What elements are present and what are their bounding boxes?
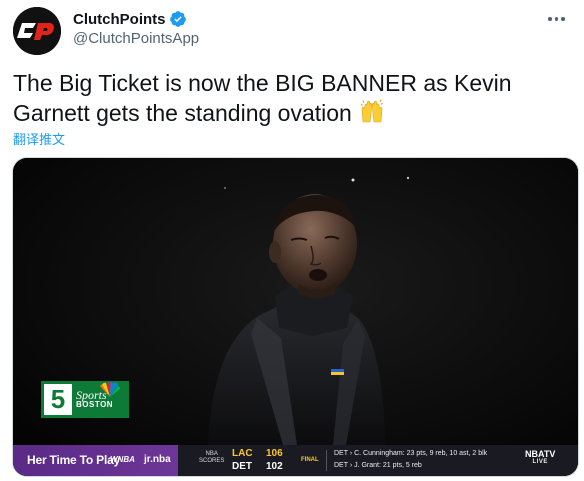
- tweet-text: The Big Ticket is now the BIG BANNER as …: [13, 68, 573, 131]
- network-live: LIVE: [532, 459, 548, 465]
- video-frame-scene: [13, 158, 578, 476]
- verified-badge-icon: [169, 11, 186, 27]
- score-away: 106: [266, 448, 283, 459]
- nba-scores-label: NBA SCORES: [199, 451, 224, 465]
- clutchpoints-logo-icon: [13, 7, 61, 55]
- team-home: DET: [232, 461, 252, 472]
- network-name: NBATV: [525, 449, 556, 459]
- scores-label-line1: NBA: [205, 451, 218, 457]
- display-name[interactable]: ClutchPoints: [73, 11, 166, 28]
- wnba-promo: Her Time To Play WNBA jr.nba: [13, 445, 178, 476]
- nbc-sports-boston-logo: 5 Sports BOSTON: [41, 381, 129, 418]
- game-status: FINAL: [301, 457, 319, 463]
- nbatv-logo: NBATV LIVE: [525, 449, 555, 465]
- scores-label-line2: SCORES: [199, 458, 225, 464]
- tweet-text-content: The Big Ticket is now the BIG BANNER as …: [13, 70, 512, 126]
- channel-number: 5: [44, 384, 72, 415]
- promo-title: Her Time To Play: [27, 453, 121, 467]
- media-video[interactable]: 5 Sports BOSTON Her Time To Play WNBA jr…: [13, 158, 578, 476]
- ticker-divider: [326, 450, 327, 471]
- tweet-card: ClutchPoints @ClutchPointsApp The Big Ti…: [0, 0, 584, 481]
- score-home: 102: [266, 461, 283, 472]
- raised-hands-icon: [360, 98, 384, 131]
- more-options-icon[interactable]: [548, 12, 570, 26]
- score-ticker: Her Time To Play WNBA jr.nba NBA SCORES …: [13, 445, 578, 476]
- team-away: LAC: [232, 448, 253, 459]
- stat-note: DET › J. Grant: 21 pts, 5 reb: [334, 462, 422, 469]
- stat-note: DET › C. Cunningham: 23 pts, 9 reb, 10 a…: [334, 450, 488, 457]
- nbc-peacock-icon: [100, 382, 121, 397]
- jrnba-logo: jr.nba: [144, 454, 171, 465]
- handle[interactable]: @ClutchPointsApp: [73, 30, 199, 47]
- avatar[interactable]: [13, 7, 61, 55]
- translate-tweet-link[interactable]: 翻译推文: [13, 129, 65, 148]
- channel-line2: BOSTON: [76, 399, 114, 409]
- wnba-logo: WNBA: [110, 455, 135, 464]
